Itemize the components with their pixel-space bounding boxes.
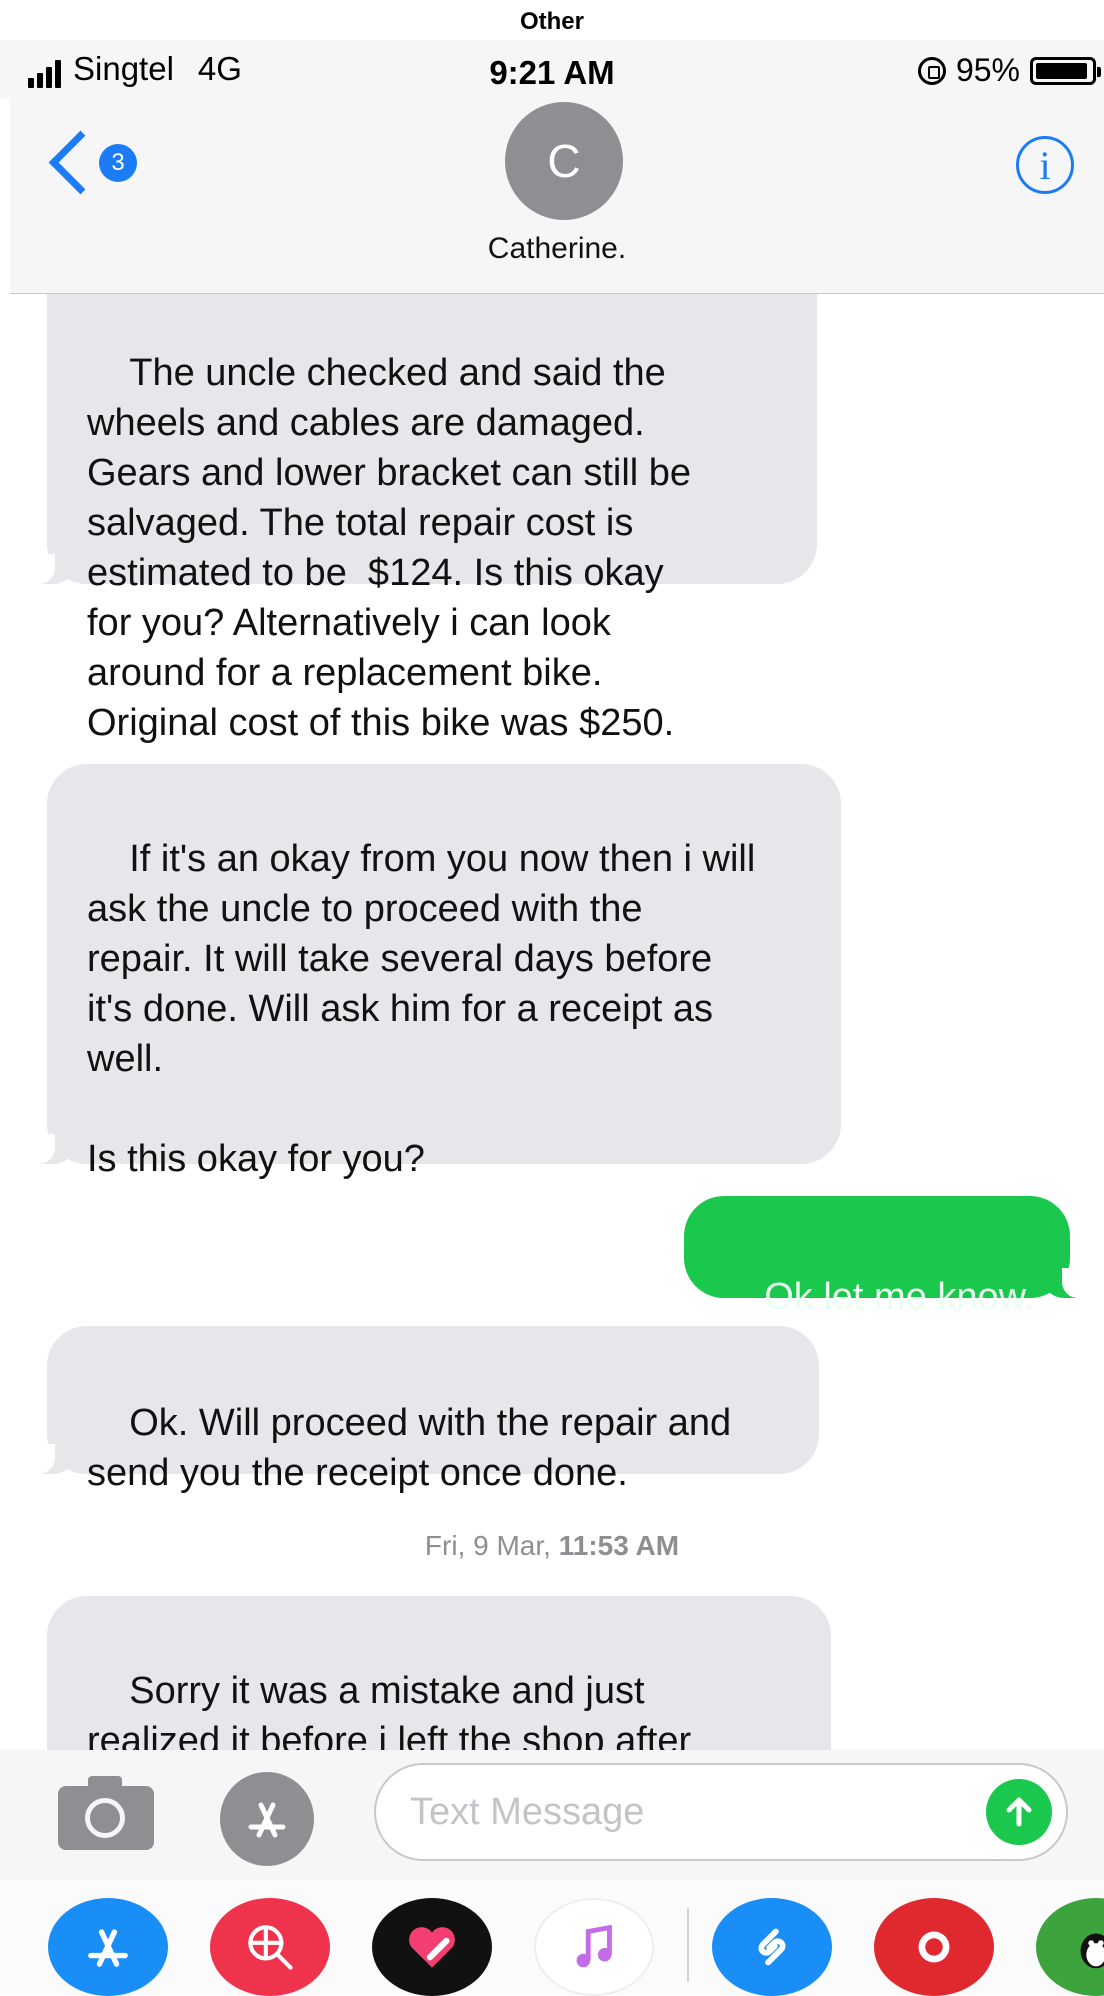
chevron-left-icon [48, 130, 113, 195]
app-store-icon[interactable] [48, 1898, 168, 1996]
contact-name[interactable]: Catherine. [10, 232, 1104, 266]
penguin-icon[interactable] [1036, 1898, 1104, 1996]
info-icon[interactable]: i [1016, 136, 1074, 194]
timestamp-time: 11:53 AM [558, 1530, 680, 1561]
red-app-icon[interactable] [874, 1898, 994, 1996]
contact-avatar[interactable]: C [505, 102, 623, 220]
message-text: Sorry it was a mistake and just realized… [87, 1670, 692, 1750]
globe-search-icon[interactable] [210, 1898, 330, 1996]
status-bar: Singtel 4G 9:21 AM 95% [0, 40, 1104, 98]
app-drawer [0, 1880, 1104, 1996]
arrow-up-icon [1006, 1797, 1032, 1827]
rotation-lock-icon [917, 56, 946, 85]
message-bubble-outgoing[interactable]: Ok let me know. [684, 1196, 1090, 1318]
message-input[interactable]: Text Message [374, 1763, 1068, 1861]
shazam-icon[interactable] [712, 1898, 832, 1996]
message-bubble-incoming[interactable]: Ok. Will proceed with the repair and sen… [27, 1326, 819, 1494]
battery-icon [1030, 56, 1101, 85]
message-input-placeholder: Text Message [410, 1791, 645, 1833]
message-text: Ok. Will proceed with the repair and sen… [87, 1402, 732, 1494]
drawer-divider [687, 1908, 689, 1982]
conversation-header: 3 C Catherine. i [10, 98, 1104, 294]
image-caption: Other [519, 8, 584, 35]
message-text: If it's an okay from you now then i will… [87, 838, 756, 1180]
message-bubble-incoming[interactable]: The uncle checked and said the wheels an… [27, 294, 817, 744]
app-store-glyph [248, 1802, 286, 1838]
music-note-icon[interactable] [534, 1898, 654, 1996]
battery-percent: 95% [955, 52, 1020, 88]
app-store-icon[interactable] [220, 1772, 314, 1866]
status-right: 95% [917, 52, 1101, 89]
timestamp-day: Fri, 9 Mar, [424, 1530, 551, 1561]
message-bubble-incoming[interactable]: Sorry it was a mistake and just realized… [47, 1596, 831, 1750]
message-bubble-incoming[interactable]: If it's an okay from you now then i will… [27, 764, 841, 1180]
back-button[interactable]: 3 [44, 130, 137, 195]
message-text: Ok let me know. [764, 1276, 1035, 1318]
compose-bar: Text Message [0, 1750, 1104, 1880]
message-thread[interactable]: The uncle checked and said the wheels an… [0, 294, 1104, 1750]
send-button[interactable] [986, 1779, 1052, 1845]
heart-icon[interactable] [372, 1898, 492, 1996]
camera-icon[interactable] [58, 1776, 154, 1850]
message-text: The uncle checked and said the wheels an… [87, 352, 692, 744]
message-timestamp: Fri, 9 Mar, 11:53 AM [0, 1530, 1104, 1562]
